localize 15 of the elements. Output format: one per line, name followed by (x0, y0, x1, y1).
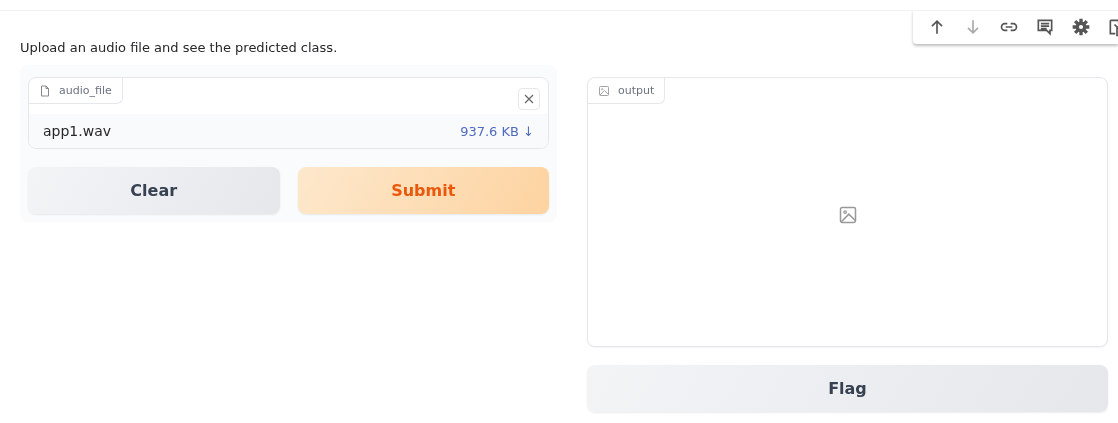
image-icon (598, 84, 610, 97)
comment-icon (1035, 17, 1055, 37)
flag-button[interactable]: Flag (587, 365, 1108, 412)
description-text: Upload an audio file and see the predicted class. (20, 39, 338, 55)
file-icon (39, 84, 51, 97)
field-label: output (588, 78, 666, 104)
clear-button[interactable]: Clear (28, 167, 280, 214)
close-icon (524, 94, 534, 104)
close-button[interactable] (518, 88, 540, 110)
settings-icon (1071, 17, 1091, 37)
file-name: app1.wav (43, 123, 112, 139)
image-placeholder-icon (837, 205, 858, 225)
download-link[interactable]: 937.6 KB ↓ (460, 123, 534, 139)
file-upload-field[interactable]: audio_file app1.wav 937.6 KB ↓ (28, 77, 549, 149)
field-label: audio_file (29, 78, 123, 104)
